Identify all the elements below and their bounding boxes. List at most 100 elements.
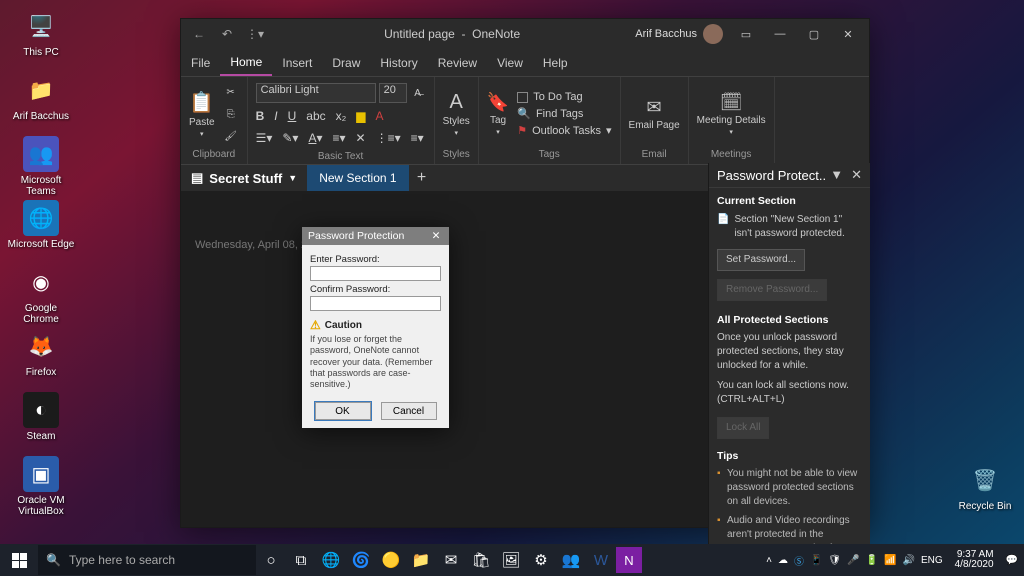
confirm-password-input[interactable]: [310, 296, 441, 311]
format-painter-button[interactable]: 🖌: [223, 128, 239, 144]
clear-format-button[interactable]: A̶: [410, 85, 426, 101]
menu-home[interactable]: Home: [220, 49, 272, 76]
dialog-titlebar: Password Protection ✕: [302, 227, 449, 245]
tip-item: You might not be able to view password p…: [717, 467, 862, 509]
tb-word[interactable]: W: [586, 545, 616, 575]
tray-mic[interactable]: 🎤: [847, 555, 859, 566]
desktop-icon-google-chrome[interactable]: ◉Google Chrome: [6, 264, 76, 325]
italic-button[interactable]: I: [274, 109, 277, 123]
ribbon-clipboard: 📋 Paste▾ ✂ ⎘ 🖌 Clipboard: [181, 77, 248, 164]
desktop-icon-recycle-bin[interactable]: 🗑️ Recycle Bin: [950, 462, 1020, 512]
tray-yourphone[interactable]: 📱: [810, 555, 822, 566]
arif-bacchus-icon: 📁: [23, 72, 59, 108]
avatar: [703, 24, 723, 44]
tray-volume[interactable]: 🔊: [902, 555, 914, 566]
tray-cloud[interactable]: ☁: [778, 555, 788, 566]
cortana-button[interactable]: ○: [256, 545, 286, 575]
tb-mail[interactable]: ✉: [436, 545, 466, 575]
tray-overflow[interactable]: ˄: [766, 555, 772, 566]
clear-button[interactable]: ✕: [356, 131, 366, 145]
desktop-icon-arif-bacchus[interactable]: 📁Arif Bacchus: [6, 72, 76, 122]
ribbon-options-button[interactable]: ▭: [729, 20, 763, 48]
desktop-icon-firefox[interactable]: 🦊Firefox: [6, 328, 76, 378]
set-password-button[interactable]: Set Password...: [717, 249, 805, 271]
font-select[interactable]: Calibri Light: [256, 83, 376, 103]
back-button[interactable]: ←: [185, 20, 213, 48]
menu-view[interactable]: View: [487, 49, 533, 76]
todo-tag-button[interactable]: To Do Tag: [517, 90, 611, 104]
minimize-button[interactable]: —: [763, 20, 797, 48]
tray-language[interactable]: ENG: [921, 555, 943, 566]
tb-edge[interactable]: 🌐: [316, 545, 346, 575]
tb-edge-canary[interactable]: 🟡: [376, 545, 406, 575]
tag-button[interactable]: 🔖 Tag▾: [487, 92, 509, 136]
bullet-list-button[interactable]: ☰▾: [256, 131, 273, 145]
menu-draw[interactable]: Draw: [322, 49, 370, 76]
strike-button[interactable]: abc: [306, 109, 325, 123]
tb-edge-dev[interactable]: 🌀: [346, 545, 376, 575]
tb-photos[interactable]: 🖼: [496, 545, 526, 575]
tb-settings[interactable]: ⚙: [526, 545, 556, 575]
email-page-button[interactable]: ✉ Email Page: [629, 97, 680, 131]
tb-onenote[interactable]: N: [616, 547, 642, 573]
find-tags-button[interactable]: 🔍Find Tags: [517, 106, 611, 121]
textcolor-button[interactable]: A▾: [308, 131, 322, 145]
tray-notifications[interactable]: 💬: [1006, 555, 1018, 566]
font-size-select[interactable]: 20: [379, 83, 407, 103]
menu-help[interactable]: Help: [533, 49, 578, 76]
tb-teams[interactable]: 👥: [556, 545, 586, 575]
tray-clock[interactable]: 9:37 AM 4/8/2020: [949, 550, 1000, 571]
menu-history[interactable]: History: [370, 49, 427, 76]
search-icon: 🔍: [517, 107, 531, 120]
bold-button[interactable]: B: [256, 109, 265, 123]
paste-button[interactable]: 📋 Paste▾: [189, 90, 215, 138]
desktop-icon-oracle-vm[interactable]: ▣Oracle VM VirtualBox: [6, 456, 76, 517]
taskbar-search[interactable]: 🔍 Type here to search: [38, 545, 256, 575]
add-section-button[interactable]: +: [409, 169, 435, 187]
pane-close-button[interactable]: ✕: [851, 167, 862, 183]
meeting-details-button[interactable]: 🗓 Meeting Details▾: [697, 92, 766, 136]
highlight-button[interactable]: ▆: [356, 109, 365, 123]
desktop-icon-microsoft-teams[interactable]: 👥Microsoft Teams: [6, 136, 76, 197]
desktop-icon-microsoft-edge[interactable]: 🌐Microsoft Edge: [6, 200, 76, 250]
tray-skype[interactable]: Ⓢ: [794, 553, 804, 568]
task-view-button[interactable]: ⧉: [286, 545, 316, 575]
subscript-button[interactable]: x₂: [336, 109, 347, 123]
warning-text: If you lose or forget the password, OneN…: [310, 334, 441, 390]
menu-review[interactable]: Review: [428, 49, 487, 76]
ok-button[interactable]: OK: [315, 402, 371, 420]
copy-button[interactable]: ⎘: [223, 106, 239, 122]
notebook-selector[interactable]: ▤ Secret Stuff ▼: [181, 170, 307, 186]
desktop-icon-this-pc[interactable]: 🖥️This PC: [6, 8, 76, 58]
tb-explorer[interactable]: 📁: [406, 545, 436, 575]
menu-file[interactable]: File: [181, 49, 220, 76]
tray-battery[interactable]: 🔋: [866, 555, 878, 566]
password-dialog: Password Protection ✕ Enter Password: Co…: [302, 227, 449, 428]
bullets-button[interactable]: ⋮≡▾: [376, 131, 401, 145]
account-button[interactable]: Arif Bacchus: [635, 24, 723, 44]
tb-store[interactable]: 🛍: [466, 545, 496, 575]
numbering-button[interactable]: ≡▾: [411, 131, 424, 145]
quickaccess-more[interactable]: ⋮▾: [241, 20, 269, 48]
page-canvas[interactable]: ⤢ Wednesday, April 08, 2020 9:37 AM: [181, 191, 739, 527]
cut-button[interactable]: ✂: [223, 84, 239, 100]
menu-insert[interactable]: Insert: [272, 49, 322, 76]
underline-button[interactable]: U: [288, 109, 297, 123]
highlighter-button[interactable]: ✎▾: [282, 131, 298, 145]
fontcolor-button[interactable]: A: [376, 109, 384, 123]
enter-password-input[interactable]: [310, 266, 441, 281]
pane-menu-button[interactable]: ▼: [830, 167, 843, 183]
section-tab[interactable]: New Section 1: [307, 165, 408, 191]
start-button[interactable]: [0, 544, 38, 576]
tray-security[interactable]: 🛡: [828, 555, 841, 566]
align-button[interactable]: ≡▾: [332, 131, 345, 145]
tray-wifi[interactable]: 📶: [884, 555, 896, 566]
close-button[interactable]: ✕: [831, 20, 865, 48]
undo-button[interactable]: ↶: [213, 20, 241, 48]
styles-button[interactable]: A Styles▾: [443, 91, 470, 137]
maximize-button[interactable]: ▢: [797, 20, 831, 48]
dialog-close-button[interactable]: ✕: [429, 230, 443, 242]
outlook-tasks-button[interactable]: ⚑Outlook Tasks ▾: [517, 123, 611, 138]
cancel-button[interactable]: Cancel: [381, 402, 437, 420]
desktop-icon-steam[interactable]: ◐Steam: [6, 392, 76, 442]
